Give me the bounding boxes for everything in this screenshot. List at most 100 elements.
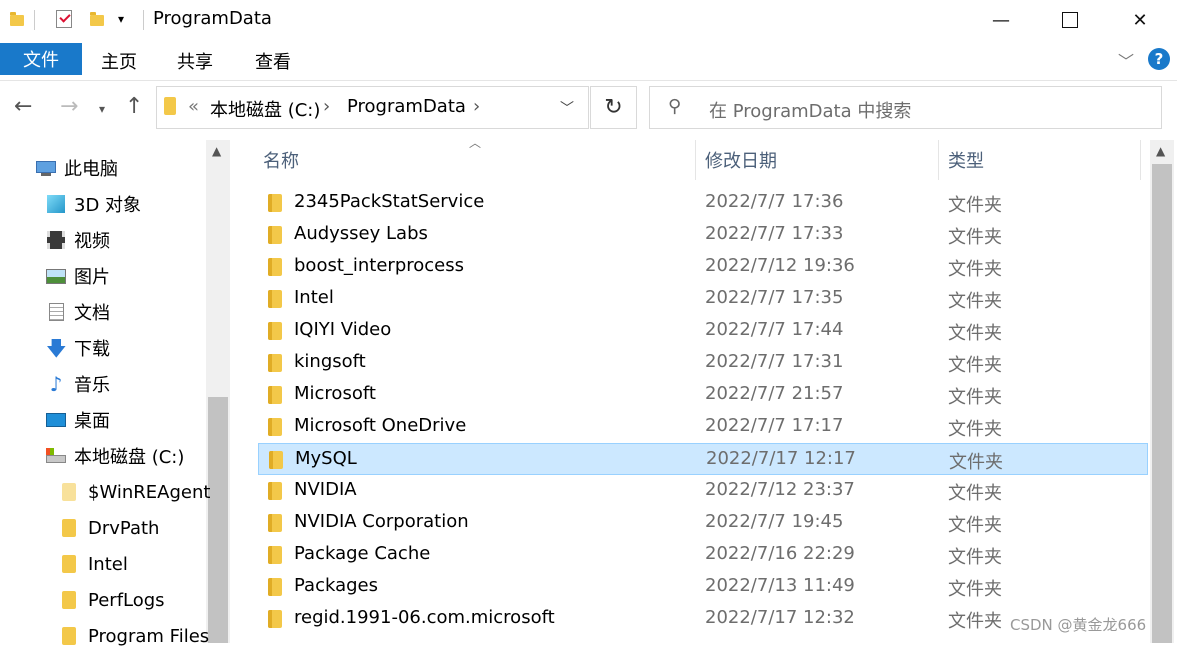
sidebar-item-label: 下载 [74,339,110,360]
tab-share[interactable]: 共享 [177,48,213,74]
maximize-button[interactable] [1047,0,1093,40]
file-row[interactable]: Intel 2022/7/7 17:35 文件夹 [258,283,1148,315]
window-title: ProgramData [153,8,272,29]
file-type: 文件夹 [949,452,1003,473]
file-row[interactable]: NVIDIA Corporation 2022/7/7 19:45 文件夹 [258,507,1148,539]
column-divider[interactable] [695,140,696,180]
new-folder-icon[interactable] [90,12,104,26]
sidebar-item-desktop[interactable]: 桌面 [0,402,252,438]
file-row[interactable]: Packages 2022/7/13 11:49 文件夹 [258,571,1148,603]
folder-icon [164,97,176,115]
file-row[interactable]: Microsoft 2022/7/7 21:57 文件夹 [258,379,1148,411]
tab-view[interactable]: 查看 [255,48,291,74]
file-date: 2022/7/13 11:49 [705,575,855,596]
file-type: 文件夹 [948,515,1002,536]
file-date: 2022/7/7 17:44 [705,319,844,340]
tab-file[interactable]: 文件 [0,43,82,75]
sidebar-item-documents[interactable]: 文档 [0,294,252,330]
address-overflow-chevron[interactable]: « [188,96,199,117]
sidebar-item-pictures[interactable]: 图片 [0,258,252,294]
breadcrumb-separator[interactable]: › [323,96,330,117]
file-name: NVIDIA Corporation [294,511,469,532]
music-icon: ♪ [49,372,63,396]
expand-ribbon-icon[interactable]: ﹀ [1118,48,1134,72]
close-button[interactable]: ✕ [1117,0,1163,40]
sidebar-item-drvpath[interactable]: DrvPath [0,510,268,546]
file-type: 文件夹 [948,259,1002,280]
sidebar-item-local-disk[interactable]: 本地磁盘 (C:) [0,438,252,474]
folder-icon [268,226,282,244]
sidebar-item-label: 音乐 [74,375,110,396]
sidebar-item-videos[interactable]: 视频 [0,222,252,258]
column-divider[interactable] [938,140,939,180]
file-row[interactable]: MySQL 2022/7/17 12:17 文件夹 [258,443,1148,475]
column-header-type[interactable]: 类型 [948,147,984,173]
file-row[interactable]: 2345PackStatService 2022/7/7 17:36 文件夹 [258,187,1148,219]
file-date: 2022/7/7 17:33 [705,223,844,244]
scroll-up-icon[interactable]: ▲ [1156,144,1165,158]
forward-button[interactable]: → [60,94,78,119]
refresh-button[interactable]: ↻ [590,86,637,129]
file-type: 文件夹 [948,291,1002,312]
folder-icon [268,290,282,308]
file-type: 文件夹 [948,323,1002,344]
back-button[interactable]: ← [14,94,32,119]
folder-icon [269,451,283,469]
sidebar-item-label: $WinREAgent [88,481,211,503]
folder-icon [62,627,76,645]
column-header-name[interactable]: 名称 [263,147,299,173]
file-row[interactable]: kingsoft 2022/7/7 17:31 文件夹 [258,347,1148,379]
folder-icon [62,555,76,573]
column-divider[interactable] [1140,140,1141,180]
scroll-thumb[interactable] [1152,164,1172,643]
breadcrumb-drive[interactable]: 本地磁盘 (C:) [210,96,320,122]
file-row[interactable]: Audyssey Labs 2022/7/7 17:33 文件夹 [258,219,1148,251]
file-date: 2022/7/7 21:57 [705,383,844,404]
file-row[interactable]: IQIYI Video 2022/7/7 17:44 文件夹 [258,315,1148,347]
sidebar-item-intel[interactable]: Intel [0,546,268,582]
file-row[interactable]: Package Cache 2022/7/16 22:29 文件夹 [258,539,1148,571]
column-header-date[interactable]: 修改日期 [705,147,777,173]
search-icon: ⚲ [668,96,682,117]
file-row[interactable]: NVIDIA 2022/7/12 23:37 文件夹 [258,475,1148,507]
sidebar-item-label: 此电脑 [64,159,118,180]
search-input[interactable]: 在 ProgramData 中搜索 [709,97,911,123]
sidebar-item-this-pc[interactable]: 此电脑 [0,150,242,186]
file-type: 文件夹 [948,355,1002,376]
sidebar-item-downloads[interactable]: 🡇 下载 [0,330,252,366]
minimize-button[interactable]: — [978,0,1024,40]
folder-icon [268,322,282,340]
file-name: kingsoft [294,351,366,372]
file-type: 文件夹 [948,547,1002,568]
tab-home[interactable]: 主页 [101,48,137,74]
sidebar-item-winreagent[interactable]: $WinREAgent [0,474,268,510]
recent-locations-icon[interactable]: ▾ [99,102,105,116]
content-scrollbar[interactable]: ▲ [1150,140,1174,643]
sidebar-item-label: Program Files [88,625,210,647]
sidebar-item-perflogs[interactable]: PerfLogs [0,582,268,618]
sidebar-item-program-files[interactable]: Program Files [0,618,268,654]
folder-icon [268,610,282,628]
sidebar-item-music[interactable]: ♪ 音乐 [0,366,252,402]
up-button[interactable]: ↑ [125,94,143,119]
file-row[interactable]: Microsoft OneDrive 2022/7/7 17:17 文件夹 [258,411,1148,443]
properties-icon[interactable] [56,10,72,28]
drive-icon [46,447,66,465]
sidebar-item-3d-objects[interactable]: 3D 对象 [0,186,252,222]
file-date: 2022/7/7 17:36 [705,191,844,212]
file-row[interactable]: boost_interprocess 2022/7/12 19:36 文件夹 [258,251,1148,283]
breadcrumb-separator[interactable]: › [473,96,480,117]
file-name: Intel [294,287,334,308]
file-type: 文件夹 [948,483,1002,504]
sidebar-item-label: 图片 [74,267,110,288]
folder-icon [62,519,76,537]
file-type: 文件夹 [948,227,1002,248]
sidebar-item-label: 文档 [74,303,110,324]
computer-icon [36,159,56,177]
customize-quick-access-icon[interactable]: ▾ [118,12,124,26]
folder-icon [268,354,282,372]
desktop-icon [46,411,66,429]
address-dropdown-icon[interactable]: ﹀ [560,98,574,118]
help-icon[interactable]: ? [1148,48,1170,70]
breadcrumb-programdata[interactable]: ProgramData [347,96,466,117]
